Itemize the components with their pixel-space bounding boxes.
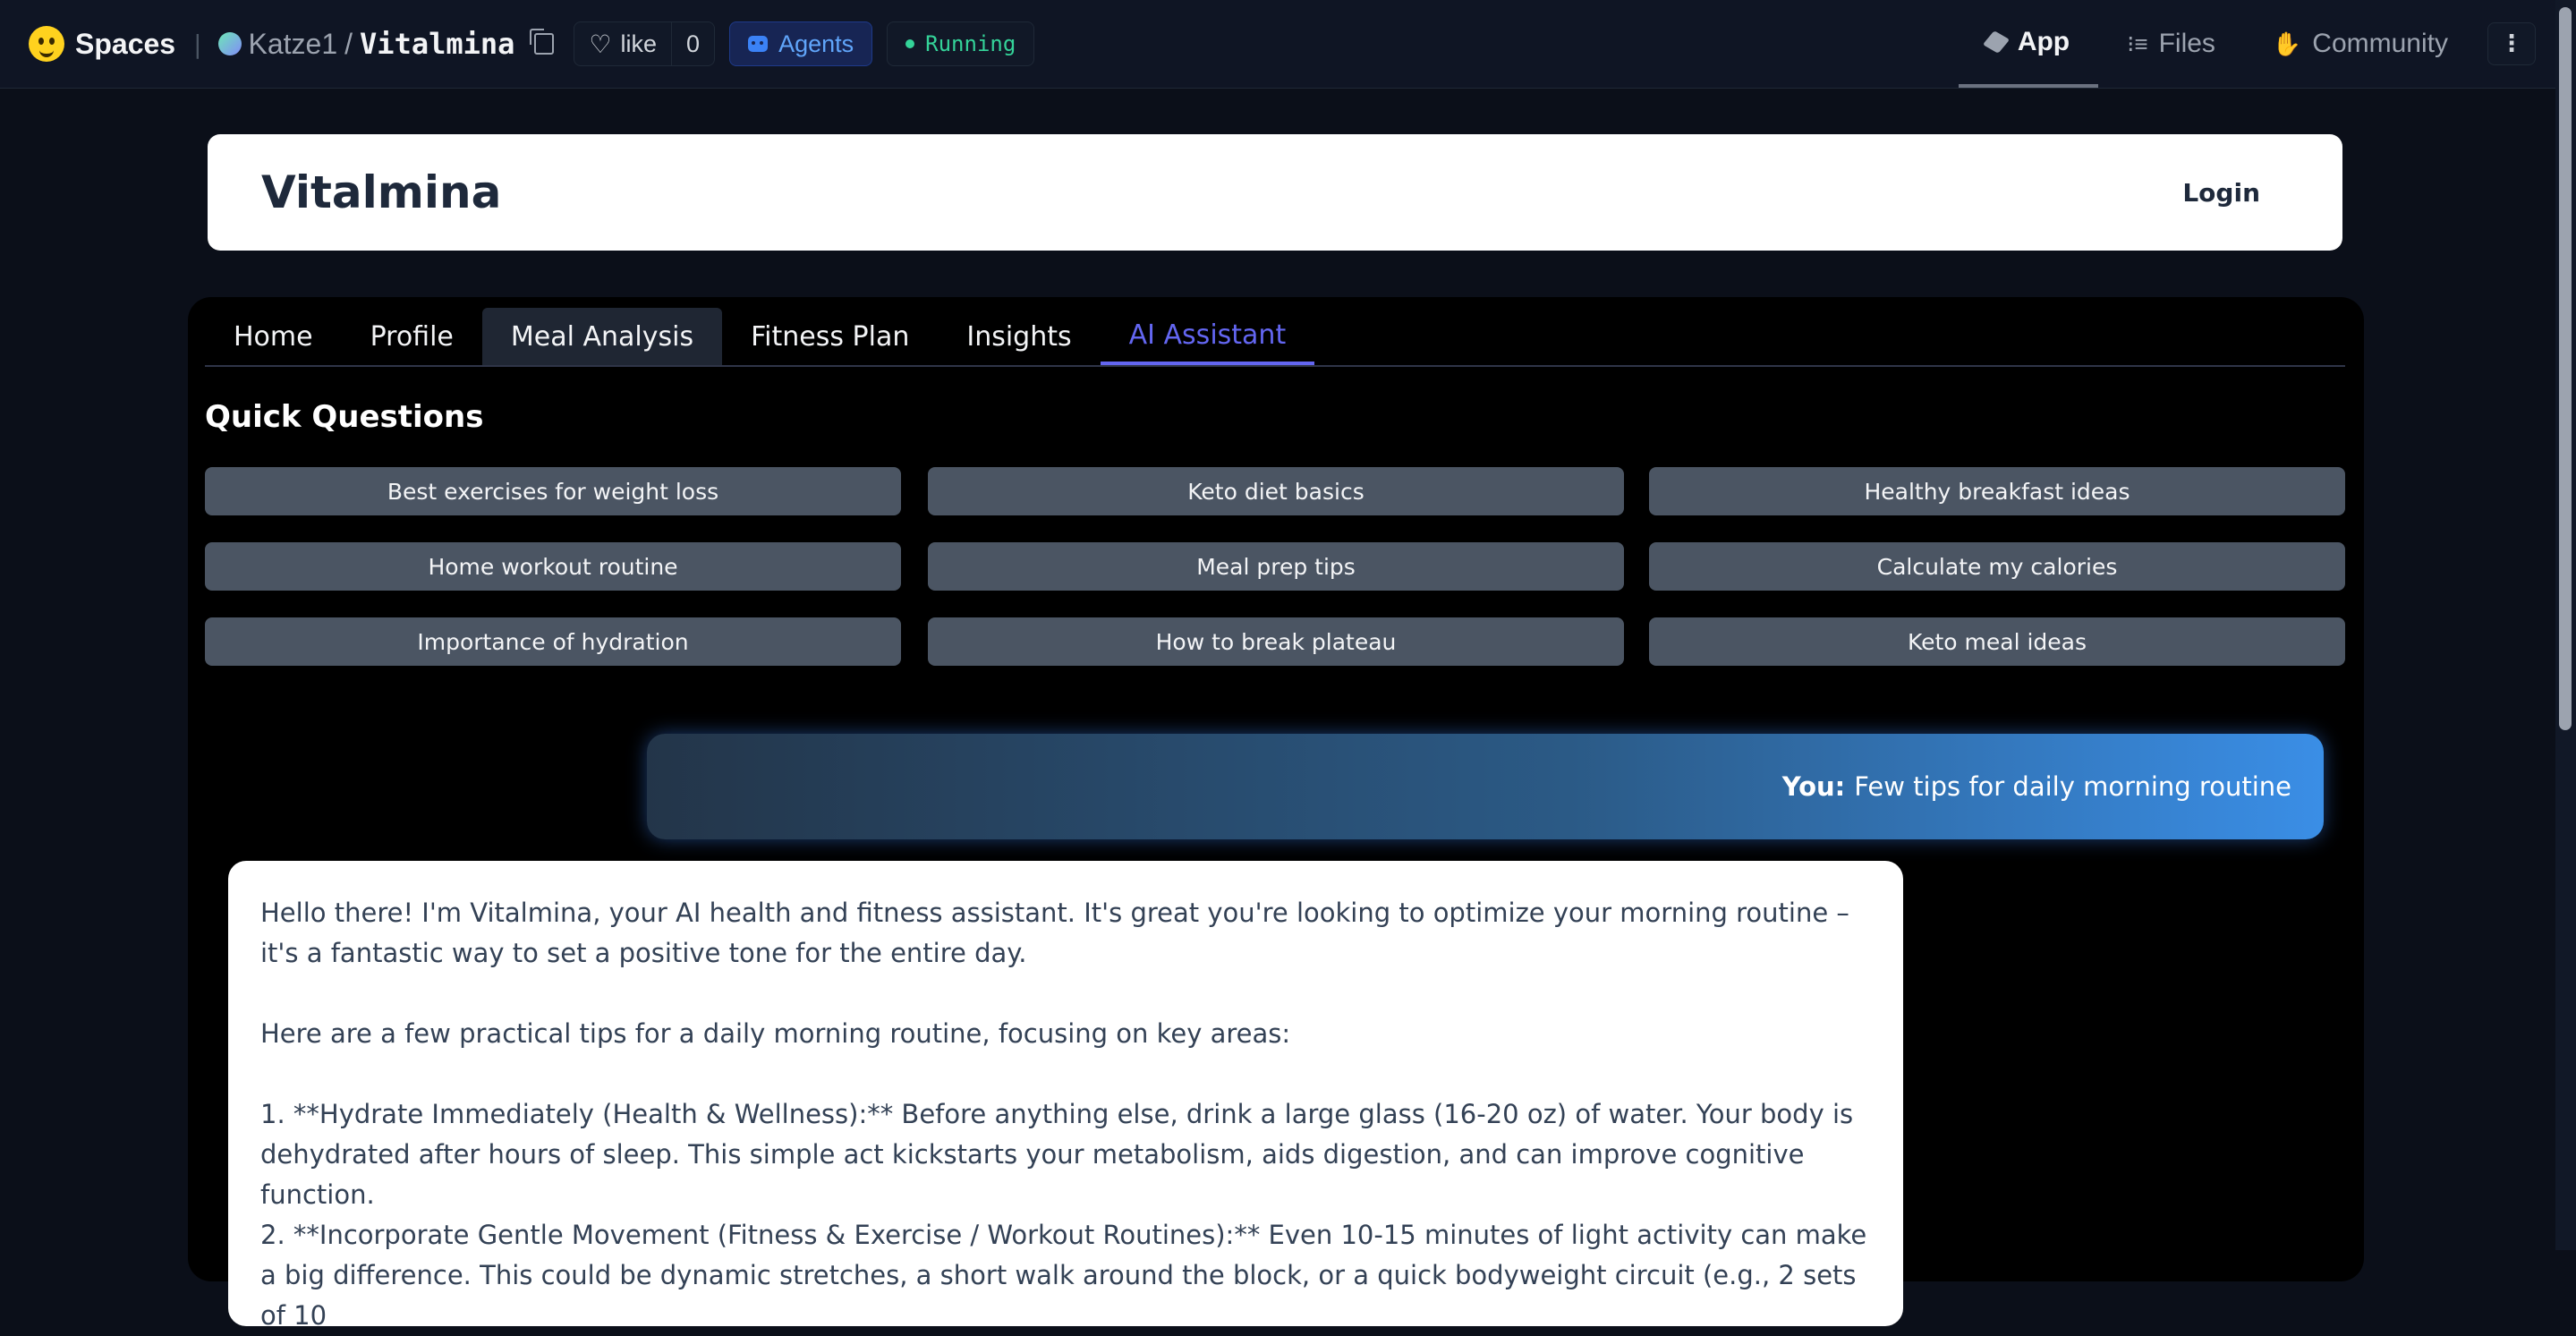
assistant-list-item: 2. **Incorporate Gentle Movement (Fitnes… [260, 1220, 1867, 1331]
like-label: like [620, 30, 658, 57]
hf-top-bar: Spaces | Katze1 / Vitalmina ♡ like 0 Age… [0, 0, 2555, 89]
agents-button[interactable]: Agents [729, 21, 873, 66]
tab-fitness-plan[interactable]: Fitness Plan [722, 308, 938, 365]
assistant-list-item: 1. **Hydrate Immediately (Health & Welln… [260, 1099, 1854, 1210]
nav-tab-community-label: Community [2312, 29, 2448, 58]
owner-avatar [217, 32, 242, 55]
breadcrumb-slash: / [344, 27, 353, 60]
status-label: Running [925, 31, 1016, 56]
quick-question-button[interactable]: Calculate my calories [1649, 542, 2345, 591]
nav-tab-files-label: Files [2158, 29, 2215, 58]
page-scrollbar[interactable] [2555, 0, 2576, 1250]
heart-icon: ♡ [589, 30, 612, 58]
quick-question-button[interactable]: Best exercises for weight loss [205, 467, 901, 515]
repo-name-link[interactable]: Vitalmina [360, 27, 514, 61]
tab-home[interactable]: Home [205, 308, 342, 365]
main-panel: Home Profile Meal Analysis Fitness Plan … [188, 297, 2364, 1331]
nav-tab-files[interactable]: ⁝≡ Files [2098, 0, 2244, 88]
top-bar-left: Spaces | Katze1 / Vitalmina ♡ like 0 Age… [0, 0, 1035, 88]
app-cube-icon [1982, 30, 2010, 54]
robot-icon [748, 36, 769, 52]
files-icon: ⁝≡ [2127, 30, 2148, 57]
app-header: Vitalmina Login [208, 134, 2342, 251]
like-count: 0 [671, 22, 714, 65]
more-menu-button[interactable]: ⋮ [2487, 22, 2536, 65]
assistant-message-bubble: Hello there! I'm Vitalmina, your AI heal… [228, 861, 1903, 1331]
spaces-brand-link[interactable]: Spaces [29, 26, 175, 62]
nav-tab-app[interactable]: App [1958, 0, 2099, 88]
quick-question-button[interactable]: How to break plateau [928, 617, 1624, 666]
spaces-label: Spaces [75, 27, 176, 60]
tab-profile[interactable]: Profile [342, 308, 482, 365]
assistant-paragraph: Here are a few practical tips for a dail… [260, 1018, 1291, 1049]
separator: | [193, 29, 202, 59]
repo-breadcrumb: Katze1 / Vitalmina [217, 27, 555, 61]
nav-tab-app-label: App [2017, 27, 2070, 56]
scrollbar-thumb[interactable] [2559, 7, 2572, 730]
user-message-bubble: You: Few tips for daily morning routine [647, 734, 2324, 839]
quick-question-button[interactable]: Importance of hydration [205, 617, 901, 666]
tab-ai-assistant[interactable]: AI Assistant [1100, 308, 1315, 365]
hugging-face-logo-icon [29, 26, 64, 62]
quick-questions-heading: Quick Questions [205, 399, 484, 435]
quick-question-button[interactable]: Home workout routine [205, 542, 901, 591]
top-bar-right: App ⁝≡ Files ✋ Community ⋮ [1958, 0, 2555, 88]
login-button[interactable]: Login [2182, 178, 2260, 208]
user-message-text: Few tips for daily morning routine [1854, 771, 2291, 802]
quick-question-button[interactable]: Keto diet basics [928, 467, 1624, 515]
tab-insights[interactable]: Insights [938, 308, 1100, 365]
community-icon: ✋ [2272, 30, 2302, 57]
running-status-badge[interactable]: Running [887, 21, 1035, 66]
tab-bar: Home Profile Meal Analysis Fitness Plan … [205, 308, 2345, 367]
agents-label: Agents [778, 30, 854, 57]
user-prefix: You: [1781, 771, 1846, 802]
copy-icon[interactable] [530, 29, 555, 55]
quick-question-button[interactable]: Keto meal ideas [1649, 617, 2345, 666]
kebab-menu-icon: ⋮ [2500, 30, 2523, 57]
quick-question-button[interactable]: Healthy breakfast ideas [1649, 467, 2345, 515]
tab-meal-analysis[interactable]: Meal Analysis [481, 308, 723, 365]
nav-tab-community[interactable]: ✋ Community [2244, 0, 2477, 88]
app-title: Vitalmina [261, 166, 502, 218]
owner-link[interactable]: Katze1 [249, 28, 338, 61]
status-dot-icon [905, 39, 915, 48]
assistant-paragraph: Hello there! I'm Vitalmina, your AI heal… [260, 898, 1849, 968]
like-button[interactable]: ♡ like 0 [574, 21, 716, 66]
quick-question-button[interactable]: Meal prep tips [928, 542, 1624, 591]
